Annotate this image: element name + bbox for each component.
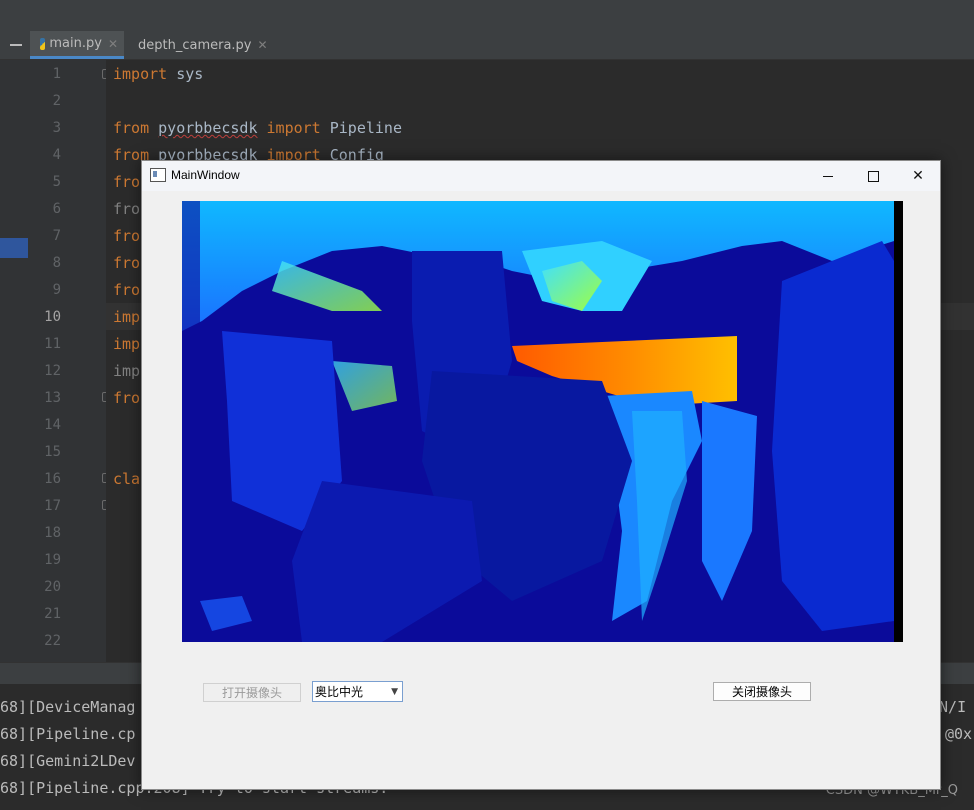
line-number: 21 [44,606,61,622]
tab-label: main.py [49,36,102,51]
line-number: 18 [44,525,61,541]
console-line: 68][DeviceManag [0,698,136,716]
window-title: MainWindow [171,168,240,182]
code-line-13: fro [113,389,141,407]
close-tab-icon[interactable]: ✕ [108,37,118,51]
console-line-tail: @0x [945,725,973,743]
console-line: 68][Gemini2LDev [0,752,136,770]
left-gutter [0,60,28,662]
depth-image [182,201,903,642]
tab-label: depth_camera.py [138,37,252,53]
line-number: 13 [44,390,61,406]
ide-top-strip [0,0,974,32]
close-tab-icon[interactable]: ✕ [258,38,268,52]
line-number-current: 10 [44,309,61,325]
maximize-icon [867,170,879,182]
collapse-icon[interactable] [10,44,22,46]
line-number: 8 [52,255,61,271]
window-close-button[interactable]: ✕ [895,161,941,191]
code-line-7: fro [113,227,141,245]
app-icon [150,168,166,182]
depth-image-view [182,201,903,642]
code-line-3: from pyorbbecsdk import Pipeline [113,119,402,137]
line-number: 4 [52,147,61,163]
console-line: 68][Pipeline.cp [0,725,136,743]
line-number: 22 [44,633,61,649]
line-number: 19 [44,552,61,568]
line-number: 20 [44,579,61,595]
code-line-8: fro [113,254,141,272]
line-number: 15 [44,444,61,460]
code-line-11: imp [113,335,141,353]
code-line-5: fro [113,173,141,191]
line-number: 16 [44,471,61,487]
code-line-6: fro [113,200,141,218]
line-number: 12 [44,363,61,379]
tab-depth-camera-py[interactable]: depth_camera.py ✕ [126,31,271,59]
code-line-12: imp [113,362,141,380]
line-number: 14 [44,417,61,433]
close-camera-button[interactable]: 关闭摄像头 [713,682,811,701]
code-line-9: fro [113,281,141,299]
python-file-icon [40,37,46,50]
line-number: 5 [52,174,61,190]
window-titlebar[interactable]: MainWindow ✕ [142,161,940,191]
line-number: 9 [52,282,61,298]
line-number: 2 [52,93,61,109]
maximize-button[interactable] [850,161,896,191]
line-number: 3 [52,120,61,136]
editor-tab-bar: main.py ✕ depth_camera.py ✕ [0,31,974,60]
gutter-marker [0,238,28,258]
device-select-value: 奥比中光 [315,685,364,699]
main-window[interactable]: MainWindow ✕ 打开摄像头 奥比中光 ▼ 关闭摄像头 [141,160,941,790]
minimize-icon [823,175,833,177]
open-camera-button[interactable]: 打开摄像头 [203,683,301,702]
line-number: 7 [52,228,61,244]
line-number: 1 [52,66,61,82]
tab-main-py[interactable]: main.py ✕ [30,31,124,59]
code-line-10: imp [113,308,141,326]
line-number: 17 [44,498,61,514]
code-line-1: import sys [113,65,204,83]
close-icon: ✕ [912,168,924,184]
code-line-16: cla [113,470,141,488]
line-numbers: 1 2 3 4 5 6 7 8 9 10 11 12 13 14 15 16 1… [28,60,106,662]
line-number: 11 [44,336,61,352]
line-number: 6 [52,201,61,217]
minimize-button[interactable] [805,161,851,191]
device-select[interactable]: 奥比中光 ▼ [312,681,403,702]
chevron-down-icon: ▼ [391,687,398,697]
